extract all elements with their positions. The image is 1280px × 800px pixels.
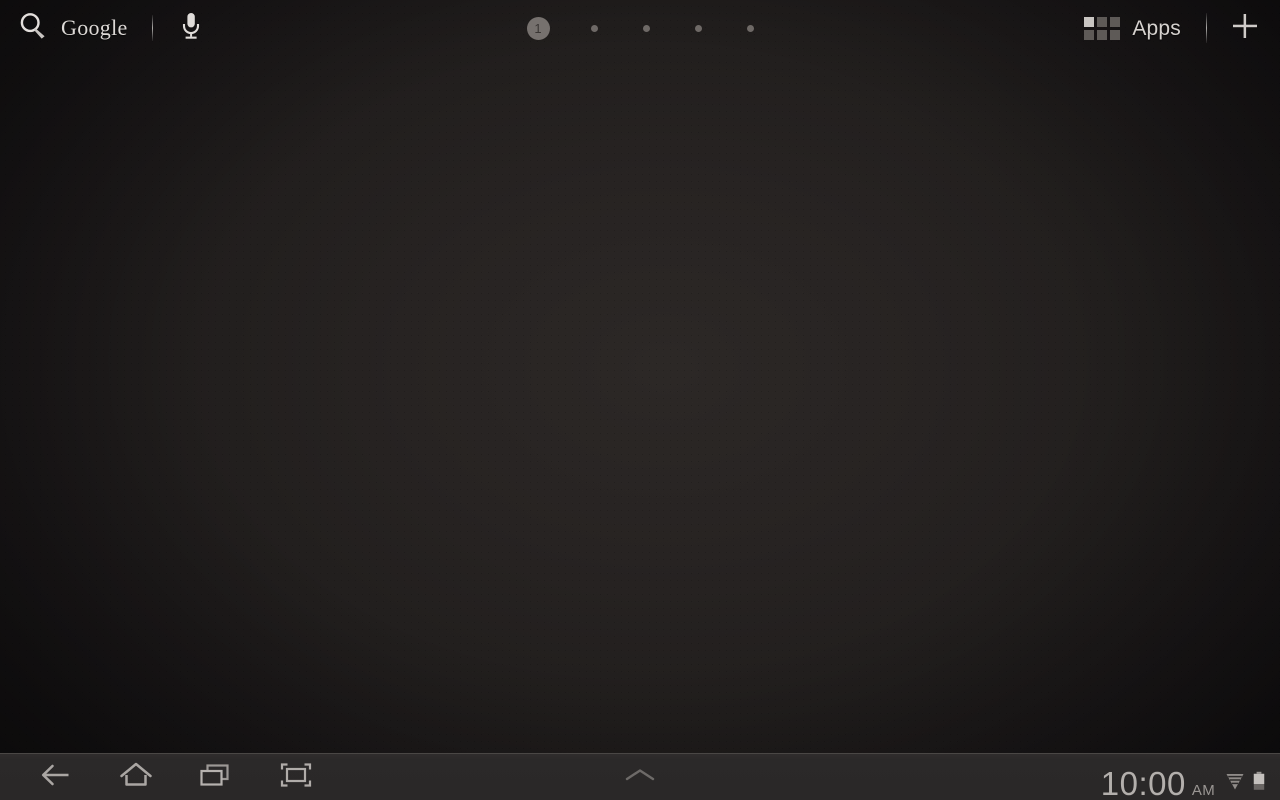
status-clock[interactable]: 10:00 AM — [1101, 767, 1215, 800]
screenshot-icon — [274, 759, 318, 796]
page-indicator-dot-4[interactable] — [694, 24, 702, 32]
page-indicator-dot-5[interactable] — [746, 24, 754, 32]
add-to-home-button[interactable] — [1224, 7, 1266, 49]
clock-period: AM — [1191, 782, 1215, 799]
apps-button[interactable]: Apps — [1078, 7, 1187, 49]
chevron-up-icon — [618, 765, 662, 790]
search-icon — [16, 9, 50, 48]
page-indicator-current[interactable]: 1 — [526, 16, 550, 40]
page-indicator-dot-2[interactable] — [590, 24, 598, 32]
home-button[interactable] — [96, 754, 176, 800]
apps-button-label: Apps — [1132, 16, 1181, 40]
screenshot-button[interactable] — [256, 754, 336, 800]
page-indicator-items: 1 — [526, 16, 754, 40]
back-button[interactable] — [16, 754, 96, 800]
notification-handle-button[interactable] — [604, 754, 676, 800]
home-screen-workspace[interactable] — [0, 56, 1280, 753]
tablet-screen: Google 1 Apps 10:00 AM — [0, 0, 1280, 800]
home-top-bar: Google 1 Apps — [0, 0, 1280, 56]
google-search-button[interactable]: Google — [14, 8, 134, 48]
status-cluster[interactable]: 10:00 AM — [1101, 754, 1280, 800]
search-divider — [151, 15, 153, 41]
plus-icon — [1228, 9, 1262, 48]
apps-grid-icon — [1084, 16, 1121, 40]
google-wordmark: Google — [61, 15, 128, 40]
system-navigation-bar: 10:00 AM — [0, 753, 1280, 800]
top-right-cluster: Apps — [1078, 0, 1280, 56]
search-cluster: Google — [0, 0, 211, 56]
apps-divider — [1206, 13, 1207, 43]
sysbar-spacer — [336, 754, 1101, 800]
recent-apps-icon — [194, 759, 238, 796]
battery-icon — [1252, 771, 1266, 796]
recent-apps-button[interactable] — [176, 754, 256, 800]
voice-search-button[interactable] — [171, 6, 211, 50]
microphone-icon — [178, 9, 204, 48]
clock-time: 10:00 — [1100, 765, 1186, 800]
back-arrow-icon — [35, 760, 77, 795]
page-indicator-dot-3[interactable] — [642, 24, 650, 32]
wifi-icon — [1225, 771, 1245, 796]
home-icon — [115, 759, 157, 796]
nav-button-cluster — [0, 754, 336, 800]
status-icon-group — [1225, 771, 1266, 800]
